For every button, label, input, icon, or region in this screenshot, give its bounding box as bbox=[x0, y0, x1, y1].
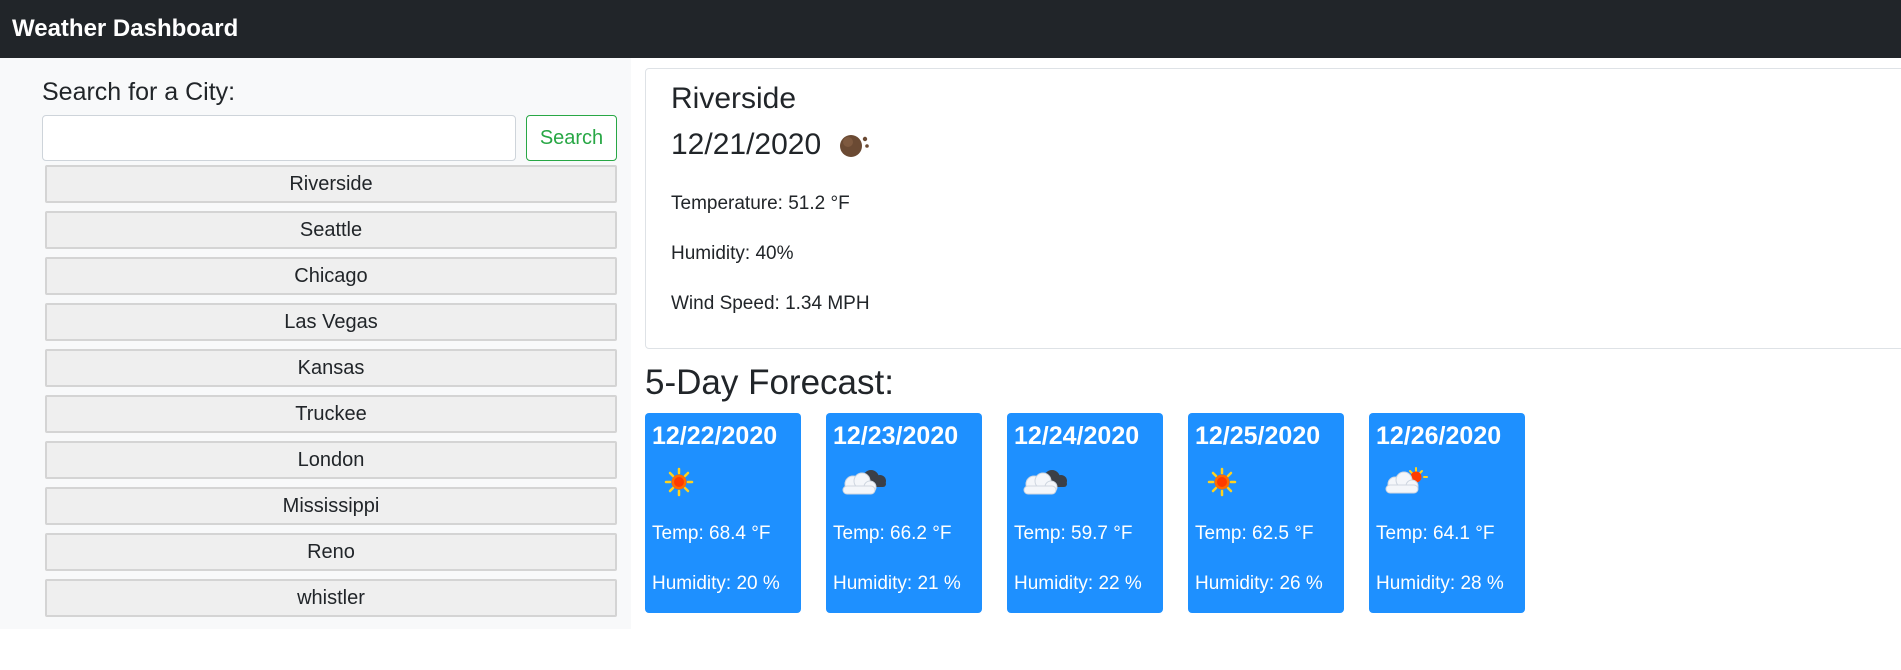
forecast-temp: Temp: 64.1 °F bbox=[1376, 523, 1495, 544]
current-humidity: Humidity: 40% bbox=[671, 243, 794, 264]
search-row: Search bbox=[42, 115, 617, 161]
search-history-list: Riverside Seattle Chicago Las Vegas Kans… bbox=[42, 165, 617, 617]
history-item-riverside[interactable]: Riverside bbox=[45, 165, 617, 203]
history-item-london[interactable]: London bbox=[45, 441, 617, 479]
forecast-card: 12/23/2020 Temp: 66.2 °F Humidity: 21 % bbox=[826, 413, 982, 613]
partly-cloudy-icon bbox=[1378, 457, 1518, 507]
forecast-card: 12/25/2020 Temp: 62.5 °F Humidity: 26 % bbox=[1188, 413, 1344, 613]
history-item-whistler[interactable]: whistler bbox=[45, 579, 617, 617]
current-temperature: Temperature: 51.2 °F bbox=[671, 193, 850, 214]
forecast-humidity: Humidity: 26 % bbox=[1195, 573, 1323, 594]
forecast-humidity: Humidity: 21 % bbox=[833, 573, 961, 594]
search-button[interactable]: Search bbox=[526, 115, 617, 161]
app-title: Weather Dashboard bbox=[12, 15, 239, 42]
sun-icon bbox=[1197, 457, 1337, 507]
forecast-card: 12/22/2020 Temp: 68.4 °F Humidity: 20 % bbox=[645, 413, 801, 613]
history-item-seattle[interactable]: Seattle bbox=[45, 211, 617, 249]
forecast-date: 12/23/2020 bbox=[833, 422, 959, 450]
sidebar: Search for a City: Search Riverside Seat… bbox=[0, 58, 631, 629]
forecast-temp: Temp: 62.5 °F bbox=[1195, 523, 1314, 544]
forecast-temp: Temp: 59.7 °F bbox=[1014, 523, 1133, 544]
current-city-name: Riverside bbox=[671, 82, 797, 115]
forecast-title: 5-Day Forecast: bbox=[645, 363, 894, 402]
navbar: Weather Dashboard bbox=[0, 0, 1901, 58]
forecast-date: 12/22/2020 bbox=[652, 422, 778, 450]
current-date-row: 12/21/2020 bbox=[671, 123, 1879, 167]
history-item-chicago[interactable]: Chicago bbox=[45, 257, 617, 295]
forecast-card: 12/24/2020 Temp: 59.7 °F Humidity: 22 % bbox=[1007, 413, 1163, 613]
forecast-humidity: Humidity: 28 % bbox=[1376, 573, 1504, 594]
forecast-temp: Temp: 66.2 °F bbox=[833, 523, 952, 544]
history-item-las-vegas[interactable]: Las Vegas bbox=[45, 303, 617, 341]
current-weather-card: Riverside 12/21/2020 Temperature: 51.2 °… bbox=[645, 68, 1901, 349]
history-item-reno[interactable]: Reno bbox=[45, 533, 617, 571]
forecast-temp: Temp: 68.4 °F bbox=[652, 523, 771, 544]
moon-icon bbox=[837, 129, 871, 161]
forecast-humidity: Humidity: 20 % bbox=[652, 573, 780, 594]
city-search-input[interactable] bbox=[42, 115, 516, 161]
forecast-date: 12/24/2020 bbox=[1014, 422, 1140, 450]
history-item-truckee[interactable]: Truckee bbox=[45, 395, 617, 433]
forecast-card: 12/26/2020 Temp: 64.1 °F Humidity: 28 % bbox=[1369, 413, 1525, 613]
clouds-icon bbox=[1016, 457, 1156, 507]
history-item-mississippi[interactable]: Mississippi bbox=[45, 487, 617, 525]
main-content: Riverside 12/21/2020 Temperature: 51.2 °… bbox=[631, 58, 1901, 629]
forecast-date: 12/26/2020 bbox=[1376, 422, 1502, 450]
history-item-kansas[interactable]: Kansas bbox=[45, 349, 617, 387]
search-heading: Search for a City: bbox=[42, 78, 236, 106]
forecast-date: 12/25/2020 bbox=[1195, 422, 1321, 450]
current-date: 12/21/2020 bbox=[671, 128, 822, 161]
forecast-humidity: Humidity: 22 % bbox=[1014, 573, 1142, 594]
clouds-icon bbox=[835, 457, 975, 507]
forecast-row: 12/22/2020 Temp: 68.4 °F Humidity: 20 % … bbox=[645, 413, 1901, 613]
sun-icon bbox=[654, 457, 794, 507]
current-wind-speed: Wind Speed: 1.34 MPH bbox=[671, 293, 870, 314]
